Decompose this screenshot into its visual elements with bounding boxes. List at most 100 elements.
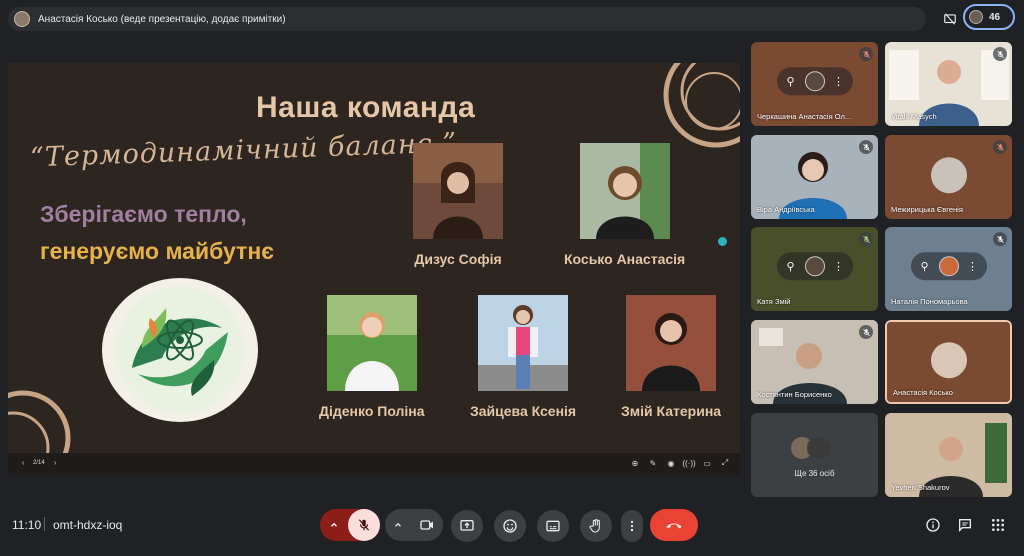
mic-off-icon [993,140,1007,154]
team-member-card: Зайцева Ксенія [470,295,576,419]
member-photo [626,295,717,391]
participant-tile[interactable]: ⚲ ⋮ Наталія Пономарьова [885,227,1012,311]
member-name: Змій Катерина [621,403,722,419]
mic-off-icon [859,47,873,61]
participant-name: Межирицька Євгенія [891,205,963,214]
clock: 11:10 [12,518,42,532]
present-screen-button[interactable] [451,510,483,542]
participant-name: Черкашина Анастасія Ол... [757,112,852,121]
presentation-off-icon [944,13,956,25]
team-member-card: Косько Анастасія [564,143,685,267]
participant-tile[interactable]: Костянтин Борисенко [751,320,878,404]
team-name-script: “Термодинамічний баланс ” [29,127,458,174]
participant-name: Yevhen Shakurov [891,483,950,492]
team-member-card: Дизус Софія [413,143,503,267]
chevron-up-icon [331,522,337,527]
member-name: Дизус Софія [414,251,502,267]
leave-call-button[interactable] [650,509,698,541]
participant-tile[interactable]: Yevhen Shakurov [885,413,1012,497]
mic-off-icon [859,325,873,339]
member-name: Зайцева Ксенія [470,403,577,419]
video-options-button[interactable] [385,520,411,530]
activities-button[interactable] [986,513,1010,537]
camera-icon [420,520,433,530]
previous-slide-icon[interactable]: ‹ [22,460,24,467]
pin-icon[interactable]: ⚲ [783,258,799,274]
member-photo [413,143,503,239]
participants-button[interactable]: 46 [963,4,1015,30]
team-member-card: Змій Катерина [621,295,721,419]
apps-grid-icon [992,519,1004,531]
audio-options-button[interactable] [320,520,348,530]
participant-name: Анастасія Косько [893,388,953,397]
raise-hand-button[interactable] [580,510,612,542]
slide-title: Наша команда [256,91,476,124]
pen-icon[interactable]: ✎ [648,458,658,468]
mic-off-icon [358,519,370,531]
participant-name: Vitalii Masych [891,112,937,121]
captions-icon [546,520,560,532]
participant-preview-avatar [969,10,983,24]
more-vertical-icon [630,520,634,532]
participant-tile[interactable]: ⚲ ⋮ Катя Змій [751,227,878,311]
meeting-details-button[interactable] [921,513,945,537]
meeting-code: omt-hdxz-ioq [53,518,123,532]
tile-hover-controls: ⚲ ⋮ [776,67,853,96]
chevron-up-icon [395,522,401,527]
slogan-line-1: Зберігаємо тепло, [40,201,247,227]
mic-off-icon [993,47,1007,61]
team-member-card: Діденко Поліна [319,295,425,419]
avatar [938,256,959,277]
participant-name: Віра Андріївська [757,205,815,214]
participant-name: Катя Змій [757,297,791,306]
participant-tile[interactable]: Межирицька Євгенія [885,135,1012,219]
pointer-icon[interactable]: ◉ [666,458,676,468]
team-logo-image [102,278,258,422]
camera-control-group [385,509,443,541]
more-options-icon[interactable]: ⋮ [831,258,847,274]
more-options-icon[interactable]: ⋮ [831,73,847,89]
participant-name: Наталія Пономарьова [891,297,968,306]
captions-icon[interactable]: ▭ [702,458,712,468]
more-participants-label: Ще 36 осіб [794,469,835,478]
next-slide-icon[interactable]: › [54,460,56,467]
more-participants-tile[interactable]: Ще 36 осіб [751,413,878,497]
hand-icon [589,519,600,533]
chat-button[interactable] [953,513,977,537]
hang-up-icon [666,523,682,529]
camera-toggle-button[interactable] [411,509,443,541]
present-icon [460,520,474,531]
member-name: Діденко Поліна [319,403,425,419]
participant-count: 46 [989,11,1001,23]
call-control-bar: 11:10 omt-hdxz-ioq [0,500,1024,556]
participant-tile-active-speaker[interactable]: Анастасія Косько [885,320,1012,404]
member-photo [478,295,569,391]
participant-tile[interactable]: ⚲ ⋮ Черкашина Анастасія Ол... [751,42,878,126]
avatar [804,71,825,92]
member-photo [579,143,670,239]
participant-tile[interactable]: Vitalii Masych [885,42,1012,126]
avatar [807,435,833,461]
avatar [930,342,967,379]
microphone-control-group [320,509,380,541]
avatar [804,256,825,277]
pin-icon[interactable]: ⚲ [917,258,933,274]
more-options-icon[interactable]: ⋮ [965,258,981,274]
participant-tile[interactable]: Віра Андріївська [751,135,878,219]
hide-presentation-button[interactable] [937,6,963,32]
tile-hover-controls: ⚲ ⋮ [776,252,853,281]
laser-pointer-dot [718,237,727,246]
broadcast-icon[interactable]: ((·)) [682,458,695,468]
fullscreen-icon[interactable]: ⤢ [720,458,730,468]
presentation-slide: Наша команда “Термодинамічний баланс ” З… [8,63,740,475]
avatar [930,157,967,194]
pin-icon[interactable]: ⚲ [783,73,799,89]
mic-off-icon [859,140,873,154]
captions-button[interactable] [537,510,569,542]
microphone-toggle-button[interactable] [348,509,380,541]
zoom-icon[interactable]: ⊕ [630,458,640,468]
chat-icon [959,519,971,532]
reactions-button[interactable] [494,510,526,542]
more-options-button[interactable] [621,510,643,542]
participant-name: Костянтин Борисенко [757,390,832,399]
